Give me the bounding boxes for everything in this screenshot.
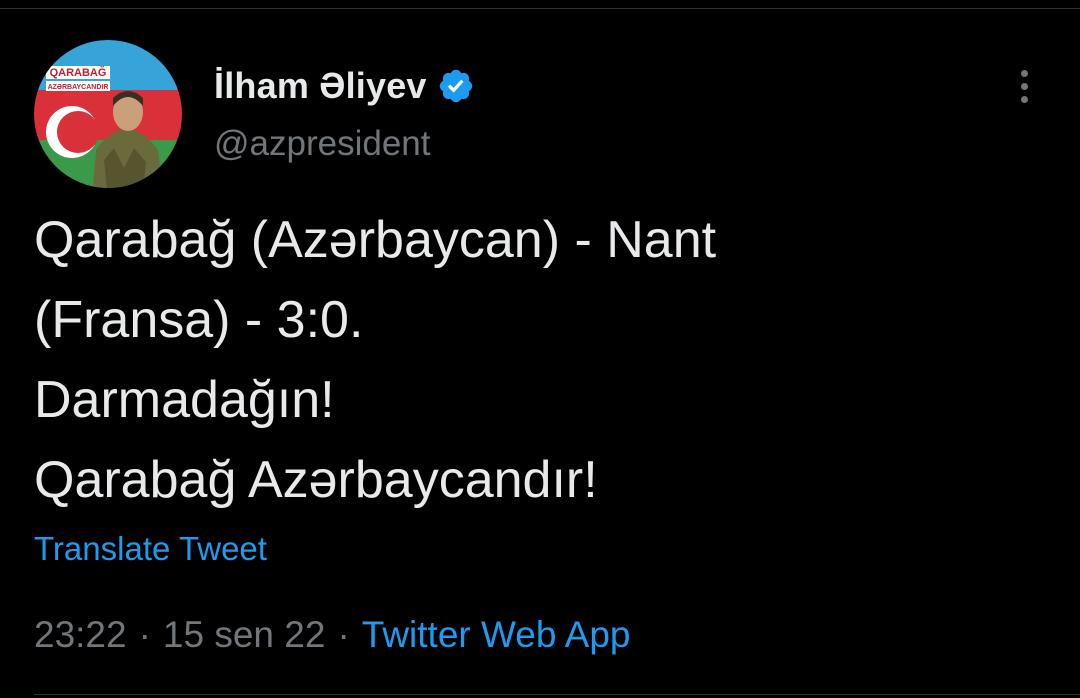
svg-text:AZƏRBAYCANDIR: AZƏRBAYCANDIR — [48, 84, 109, 91]
author-display-name[interactable]: İlham Əliyev — [214, 65, 427, 107]
separator: · — [337, 614, 350, 655]
more-options-button[interactable] — [1004, 66, 1044, 106]
author-handle[interactable]: @azpresident — [214, 124, 475, 164]
tweet-source-link[interactable]: Twitter Web App — [362, 614, 631, 655]
tweet-text-line: Darmadağın! — [34, 371, 335, 429]
more-options-icon-dot — [1020, 95, 1028, 103]
name-row: İlham Əliyev — [214, 62, 475, 110]
top-divider — [0, 0, 1080, 9]
tweet-text-line: Qarabağ (Azərbaycan) - Nant — [34, 211, 717, 269]
svg-text:QARABAĞ: QARABAĞ — [50, 66, 107, 79]
tweet-author: İlham Əliyev @azpresident — [214, 62, 475, 164]
tweet-text: Qarabağ (Azərbaycan) - Nant (Fransa) - 3… — [34, 200, 1044, 520]
verified-badge-icon[interactable] — [437, 67, 475, 105]
more-options-icon-dot — [1020, 82, 1028, 90]
separator: · — [138, 614, 151, 655]
avatar[interactable]: QARABAĞ AZƏRBAYCANDIR — [34, 40, 182, 188]
tweet-text-line: (Fransa) - 3:0. — [34, 291, 364, 349]
translate-tweet-link[interactable]: Translate Tweet — [34, 530, 267, 568]
tweet-date[interactable]: 15 sen 22 — [163, 614, 326, 655]
tweet-time[interactable]: 23:22 — [34, 614, 127, 655]
tweet-text-line: Qarabağ Azərbaycandır! — [34, 451, 598, 509]
bottom-divider — [34, 694, 1080, 695]
tweet-metadata: 23:22 · 15 sen 22 · Twitter Web App — [34, 614, 631, 656]
more-options-icon — [1020, 69, 1028, 77]
